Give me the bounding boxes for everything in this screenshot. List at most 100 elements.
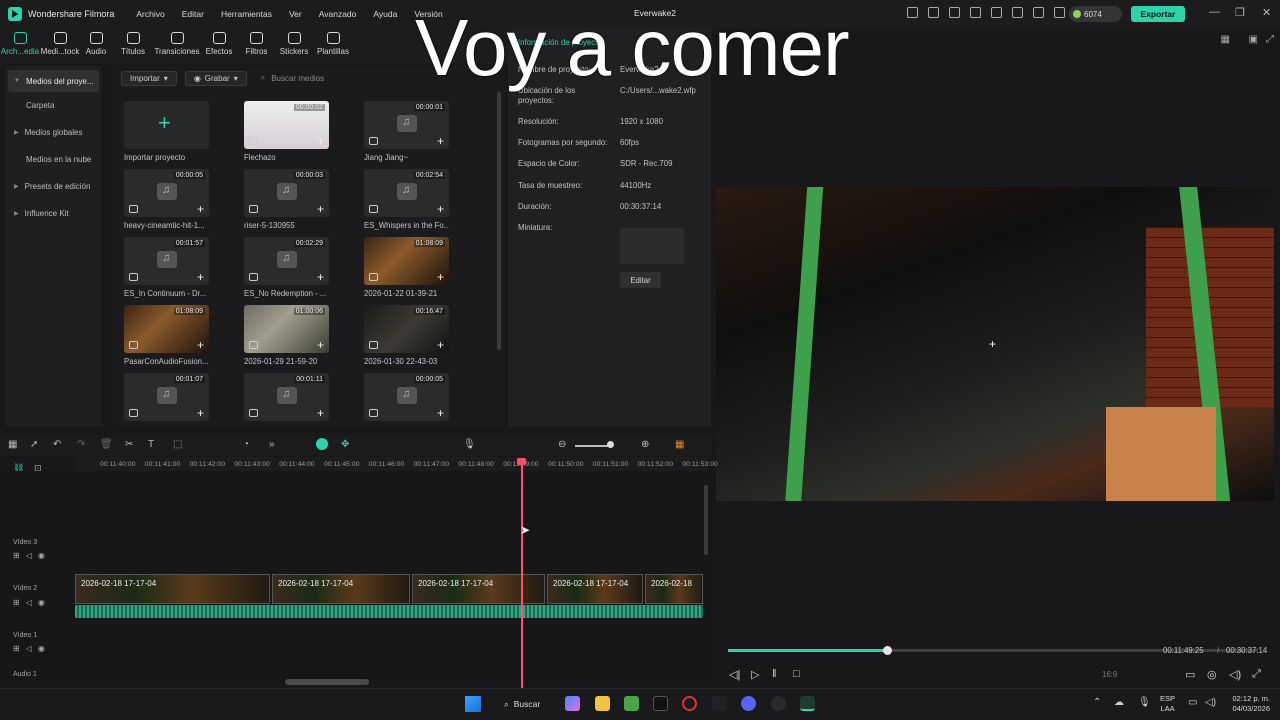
timeline-clip[interactable]: 2026-02-18 17-17-04 — [547, 574, 643, 604]
delete-icon[interactable]: 🗑 — [100, 439, 113, 450]
media-card[interactable]: 00:00:02 + Flechazo — [244, 101, 329, 162]
taskbar-clock[interactable]: 02:12 p. m. 04/03/2026 — [1222, 694, 1270, 714]
chevron-up-icon[interactable]: ⌃ — [1093, 697, 1101, 708]
maximize-icon[interactable]: ❐ — [1235, 6, 1245, 19]
mic-icon[interactable]: 🎙 — [463, 439, 476, 450]
tiktok-icon[interactable] — [653, 696, 668, 711]
media-thumbnail[interactable]: 00:00:03 + — [244, 169, 329, 217]
redo-icon[interactable]: ↷ — [77, 439, 85, 450]
menu-ver[interactable]: Ver — [289, 9, 302, 19]
add-to-timeline-icon[interactable]: + — [437, 270, 444, 284]
tool-media[interactable]: Arch...edia — [0, 28, 40, 64]
gift-icon[interactable] — [907, 7, 918, 18]
timeline-scrollbar[interactable] — [285, 679, 369, 685]
track-controls[interactable]: ⊞◁◉ — [13, 598, 51, 607]
previous-frame-icon[interactable]: ◁| — [729, 668, 740, 681]
media-card[interactable]: 00:16:47 +2026-01-30 22-43-03 — [364, 305, 449, 366]
sidebar-item-folder[interactable]: Carpeta — [5, 92, 102, 119]
search-input[interactable]: ⌕ Buscar medios — [261, 73, 324, 83]
sidebar-item-project-media[interactable]: ▼ Medios del proye... — [8, 70, 99, 92]
add-to-timeline-icon[interactable]: + — [317, 338, 324, 352]
add-to-timeline-icon[interactable]: + — [317, 406, 324, 420]
filmora-taskbar-icon[interactable] — [800, 696, 815, 711]
menu-editar[interactable]: Editar — [182, 9, 204, 19]
sidebar-item-global-media[interactable]: ▶ Medios globales — [5, 119, 102, 146]
scrubber-handle[interactable] — [883, 646, 892, 655]
media-thumbnail[interactable]: 00:02:29 + — [244, 237, 329, 285]
volume-icon[interactable]: ◁) — [1229, 668, 1241, 681]
playhead-handle[interactable] — [517, 458, 526, 465]
add-to-timeline-icon[interactable]: + — [437, 338, 444, 352]
media-thumbnail[interactable]: 00:00:05 + — [124, 169, 209, 217]
camera-icon[interactable]: ◎ — [1207, 668, 1217, 681]
undo-icon[interactable]: ↶ — [53, 439, 61, 450]
minimize-icon[interactable]: — — [1209, 6, 1220, 18]
export-button[interactable]: Exportar — [1131, 6, 1185, 22]
chrome-icon[interactable] — [771, 696, 786, 711]
media-scrollbar[interactable] — [497, 92, 501, 350]
timeline-vscroll[interactable] — [704, 485, 708, 555]
timeline-clip[interactable]: 2026-02-18 17-17-04 — [272, 574, 410, 604]
text-icon[interactable]: T — [148, 439, 154, 450]
edit-thumbnail-button[interactable]: Editar — [620, 272, 661, 288]
record-dropdown[interactable]: ◉ Grabar ▾ — [184, 70, 247, 86]
add-to-timeline-icon[interactable]: + — [317, 134, 324, 148]
media-thumbnail[interactable]: 01:00:06 + — [244, 305, 329, 353]
cloud-icon[interactable] — [1012, 7, 1023, 18]
zoom-in-icon[interactable]: ⊕ — [641, 439, 649, 450]
capcut-icon[interactable] — [712, 696, 727, 711]
media-card[interactable]: 00:01:07 + — [124, 373, 209, 425]
media-thumbnail[interactable]: + — [124, 101, 209, 149]
media-thumbnail[interactable]: 01:08:09 + — [124, 305, 209, 353]
thumbnail-preview[interactable] — [620, 228, 684, 264]
volume-icon[interactable]: ◁) — [1205, 697, 1216, 708]
file-explorer-icon[interactable] — [595, 696, 610, 711]
select-tool-icon[interactable]: ➚ — [30, 439, 38, 450]
sidebar-item-cloud-media[interactable]: Medios en la nube — [5, 146, 102, 173]
tool-filters[interactable]: Filtros — [238, 28, 275, 64]
add-to-timeline-icon[interactable]: + — [437, 134, 444, 148]
media-thumbnail[interactable]: 00:00:02 + — [244, 101, 329, 149]
magnet-icon[interactable] — [316, 438, 328, 450]
media-thumbnail[interactable]: 00:02:54 + — [364, 169, 449, 217]
media-thumbnail[interactable]: 00:01:11 + — [244, 373, 329, 421]
settings-icon[interactable] — [1033, 7, 1044, 18]
add-to-timeline-icon[interactable]: + — [317, 202, 324, 216]
tool-effects[interactable]: Efectos — [200, 28, 238, 64]
media-card[interactable]: 00:02:29 + ES_No Redemption - ... — [244, 237, 329, 298]
snapshot-icon[interactable]: ▦ — [1221, 34, 1230, 45]
opera-icon[interactable] — [682, 696, 697, 711]
media-card[interactable]: 01:00:06 +2026-01-29 21-59-20 — [244, 305, 329, 366]
timeline-ruler[interactable]: 00:11:40:00 00:11:41:00 00:11:42:00 00:11:4… — [76, 457, 718, 471]
tool-titles[interactable]: Títulos — [112, 28, 154, 64]
tool-stock[interactable]: Medi...tock — [40, 28, 80, 64]
media-thumbnail[interactable]: 00:01:07 + — [124, 373, 209, 421]
more-icon[interactable]: » — [269, 439, 275, 450]
timeline-clip[interactable]: 2026-02-18 17-17-04 — [75, 574, 270, 604]
add-to-timeline-icon[interactable]: + — [197, 338, 204, 352]
menu-ayuda[interactable]: Ayuda — [373, 9, 397, 19]
media-card[interactable]: 00:01:57 + ES_In Continuum - Dr... — [124, 237, 209, 298]
speed-icon[interactable]: ◔ — [243, 439, 249, 450]
import-dropdown[interactable]: Importar ▾ — [121, 70, 177, 86]
close-icon[interactable]: ✕ — [1262, 6, 1271, 19]
video-preview[interactable]: + — [716, 187, 1274, 501]
zoom-slider-handle[interactable] — [607, 441, 614, 448]
discord-icon[interactable] — [741, 696, 756, 711]
headset-icon[interactable] — [1054, 7, 1065, 18]
track-controls[interactable]: ⊞◁◉ — [13, 644, 51, 653]
media-card[interactable]: 00:00:01 + Jiang Jiang~ — [364, 101, 449, 162]
add-to-timeline-icon[interactable]: + — [317, 270, 324, 284]
layout-icon[interactable] — [970, 7, 981, 18]
sidebar-item-influence-kit[interactable]: ▶ Influence Kit — [5, 200, 102, 227]
ai-icon[interactable] — [949, 7, 960, 18]
image-icon[interactable]: ▣ — [1249, 34, 1258, 45]
zoom-slider[interactable] — [575, 445, 611, 447]
media-card[interactable]: 00:00:05 + — [364, 373, 449, 425]
add-to-timeline-icon[interactable]: + — [197, 202, 204, 216]
media-thumbnail[interactable]: 01:08:09 + — [364, 237, 449, 285]
tool-stickers[interactable]: Stickers — [275, 28, 313, 64]
windows-start-icon[interactable] — [465, 696, 481, 712]
menu-herramientas[interactable]: Herramientas — [221, 9, 272, 19]
timeline-clip[interactable]: 2026-02-18 — [645, 574, 703, 604]
